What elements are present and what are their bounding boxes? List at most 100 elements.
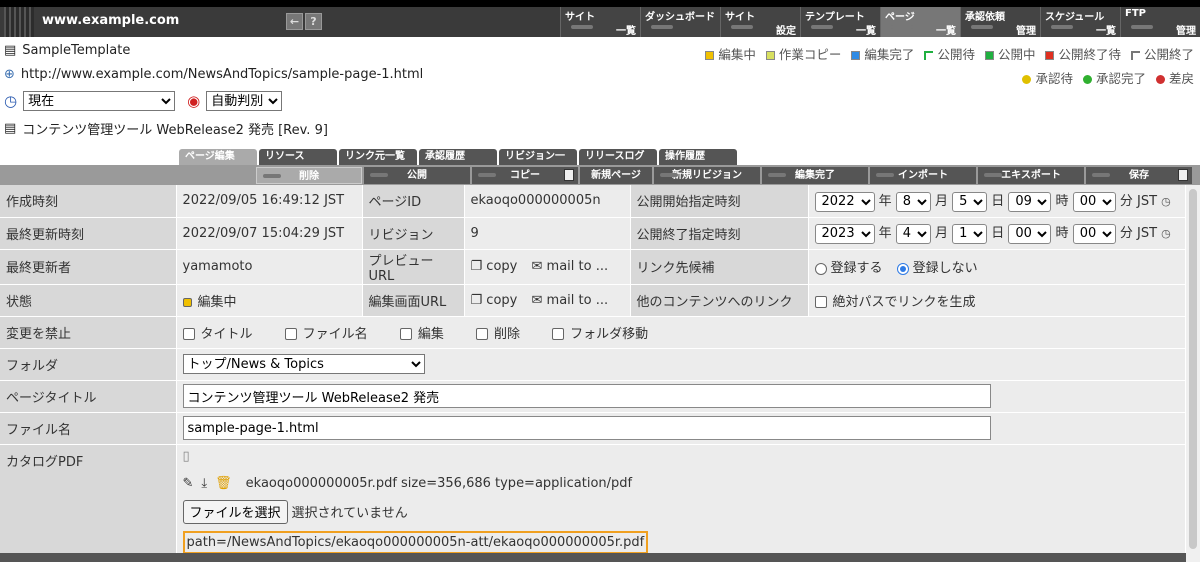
delete-button[interactable]: 削除 (256, 167, 362, 184)
new-revision-button[interactable]: 新規リビジョン (654, 167, 760, 184)
page-title-input[interactable] (182, 384, 991, 408)
title-row: ▤ コンテンツ管理ツール WebRelease2 発売 [Rev. 9] (4, 119, 328, 138)
pdf-info: ekaoqo000000005r.pdf size=356,686 type=a… (245, 476, 633, 491)
start-year-select[interactable]: 2022 (814, 191, 875, 212)
nav-dashboard[interactable]: ダッシュボード (640, 7, 720, 37)
content-title: コンテンツ管理ツール WebRelease2 発売 [Rev. 9] (22, 123, 328, 138)
clock-small-icon[interactable]: ◷ (1161, 195, 1171, 208)
template-icon: ▤ (4, 43, 17, 58)
tab-release-log[interactable]: リリースログ (579, 149, 657, 165)
nav-schedule[interactable]: スケジュール 一覧 (1040, 7, 1120, 37)
register-no-radio[interactable] (896, 262, 909, 275)
nav-approval[interactable]: 承認依頼 管理 (960, 7, 1040, 37)
download-icon[interactable]: ⤓ (201, 476, 207, 491)
end-day-select[interactable]: 1 (952, 223, 988, 244)
edit-copy-link[interactable]: copy (486, 293, 517, 308)
pageid-value: ekaoqo000000005n (464, 185, 631, 218)
time-row: ◷ 現在 ◉ 自動判別 (4, 91, 283, 111)
end-year-select[interactable]: 2023 (814, 223, 875, 244)
save-button[interactable]: 保存 (1086, 167, 1192, 184)
updated-value: 2022/09/07 15:04:29 JST (176, 217, 363, 250)
end-month-select[interactable]: 4 (895, 223, 931, 244)
lock-folder-move-checkbox[interactable] (552, 328, 565, 340)
nav-ftp[interactable]: FTP 管理 (1120, 7, 1200, 37)
back-icon[interactable]: ← (286, 13, 303, 30)
legend-approved: 承認完了 (1082, 68, 1146, 87)
copy-button[interactable]: コピー (472, 167, 578, 184)
filename-input[interactable] (182, 416, 991, 440)
mail-icon[interactable]: ✉ (531, 293, 542, 308)
publish-button[interactable]: 公開 (364, 167, 470, 184)
auto-detect-select[interactable]: 自動判別 (206, 91, 283, 111)
tab-resource[interactable]: リソース (259, 149, 337, 165)
page-title-label: ページタイトル (0, 380, 177, 413)
document-icon (564, 169, 574, 181)
updater-value: yamamoto (176, 249, 363, 285)
nav-page-list[interactable]: ページ 一覧 (880, 7, 960, 37)
scrollbar-thumb[interactable] (1189, 189, 1197, 549)
publish-start-time: 2022 年 8 月 5 日 09 時 00 分 JST ◷ (808, 185, 1186, 218)
pdf-path[interactable]: path=/NewsAndTopics/ekaoqo000000005n-att… (182, 530, 649, 554)
lock-delete-checkbox[interactable] (475, 328, 488, 340)
help-icon[interactable]: ? (305, 13, 322, 30)
lock-filename-checkbox[interactable] (284, 328, 297, 340)
clock-small-icon[interactable]: ◷ (1161, 227, 1171, 240)
start-day-select[interactable]: 5 (952, 191, 988, 212)
catalog-pdf-field: ▯ ✎ ⤓ 🗑 ekaoqo000000005r.pdf size=356,68… (176, 444, 1186, 562)
edit-mailto-link[interactable]: mail to ... (547, 293, 609, 308)
clock-icon: ◷ (4, 92, 18, 110)
abs-path-checkbox[interactable] (814, 296, 827, 308)
nav-site-list[interactable]: サイト 一覧 (560, 7, 640, 37)
import-button[interactable]: インポート (870, 167, 976, 184)
edit-done-button[interactable]: 編集完了 (762, 167, 868, 184)
preview-url-label: プレビューURL (362, 249, 465, 285)
legend-publish-wait: 公開待 (924, 44, 975, 63)
trash-icon[interactable]: 🗑 (215, 476, 232, 491)
updated-label: 最終更新時刻 (0, 217, 177, 250)
bottom-bar (0, 553, 1186, 562)
tab-operation-history[interactable]: 操作履歴 (659, 149, 737, 165)
copy-icon[interactable]: ❐ (471, 293, 483, 308)
revision-label: リビジョン (362, 217, 465, 250)
lock-edit-checkbox[interactable] (399, 328, 412, 340)
pageid-label: ページID (362, 185, 465, 218)
edit-icon[interactable]: ✎ (183, 476, 194, 491)
register-yes-radio[interactable] (814, 262, 827, 275)
tab-approval-history[interactable]: 承認履歴 (419, 149, 497, 165)
nav-site-settings[interactable]: サイト 設定 (720, 7, 800, 37)
folder-select[interactable]: トップ/News & Topics (182, 354, 425, 374)
end-hour-select[interactable]: 00 (1008, 223, 1052, 244)
preview-mailto-link[interactable]: mail to ... (547, 259, 609, 274)
abs-path-option: 絶対パスでリンクを生成 (808, 284, 1186, 317)
preview-copy-link[interactable]: copy (486, 259, 517, 274)
page-url[interactable]: http://www.example.com/NewsAndTopics/sam… (21, 67, 423, 82)
preview-url-actions: ❐ copy ✉ mail to ... (464, 249, 631, 285)
mail-icon[interactable]: ✉ (531, 259, 542, 274)
scrollbar[interactable] (1186, 185, 1200, 562)
time-select[interactable]: 現在 (23, 91, 176, 111)
site-url[interactable]: www.example.com (42, 13, 179, 28)
tab-revision-list[interactable]: リビジョン一覧 (499, 149, 577, 178)
legend-editing: 編集中 (705, 44, 756, 63)
start-hour-select[interactable]: 09 (1008, 191, 1052, 212)
lock-title-checkbox[interactable] (182, 328, 195, 340)
lock-options: タイトル ファイル名 編集 削除 フォルダ移動 (176, 316, 1186, 349)
choose-file-button[interactable]: ファイルを選択 (182, 499, 288, 524)
start-min-select[interactable]: 00 (1072, 191, 1116, 212)
app-logo (4, 7, 34, 37)
copy-icon[interactable]: ❐ (471, 259, 483, 274)
end-min-select[interactable]: 00 (1072, 223, 1116, 244)
catalog-pdf-label: カタログPDF (0, 444, 177, 562)
link-candidate-label: リンク先候補 (630, 249, 809, 285)
new-page-button[interactable]: 新規ページ (580, 167, 652, 184)
export-button[interactable]: エキスポート (978, 167, 1084, 184)
start-month-select[interactable]: 8 (895, 191, 931, 212)
nav-template-list[interactable]: テンプレート 一覧 (800, 7, 880, 37)
tab-page-edit[interactable]: ページ編集 (179, 149, 257, 165)
tab-link-source[interactable]: リンク元一覧 (339, 149, 417, 165)
created-value: 2022/09/05 16:49:12 JST (176, 185, 363, 218)
save-icon (1178, 169, 1188, 181)
legend-edit-done: 編集完了 (851, 44, 914, 63)
template-row: ▤ SampleTemplate (4, 43, 130, 58)
lock-label: 変更を禁止 (0, 316, 177, 349)
